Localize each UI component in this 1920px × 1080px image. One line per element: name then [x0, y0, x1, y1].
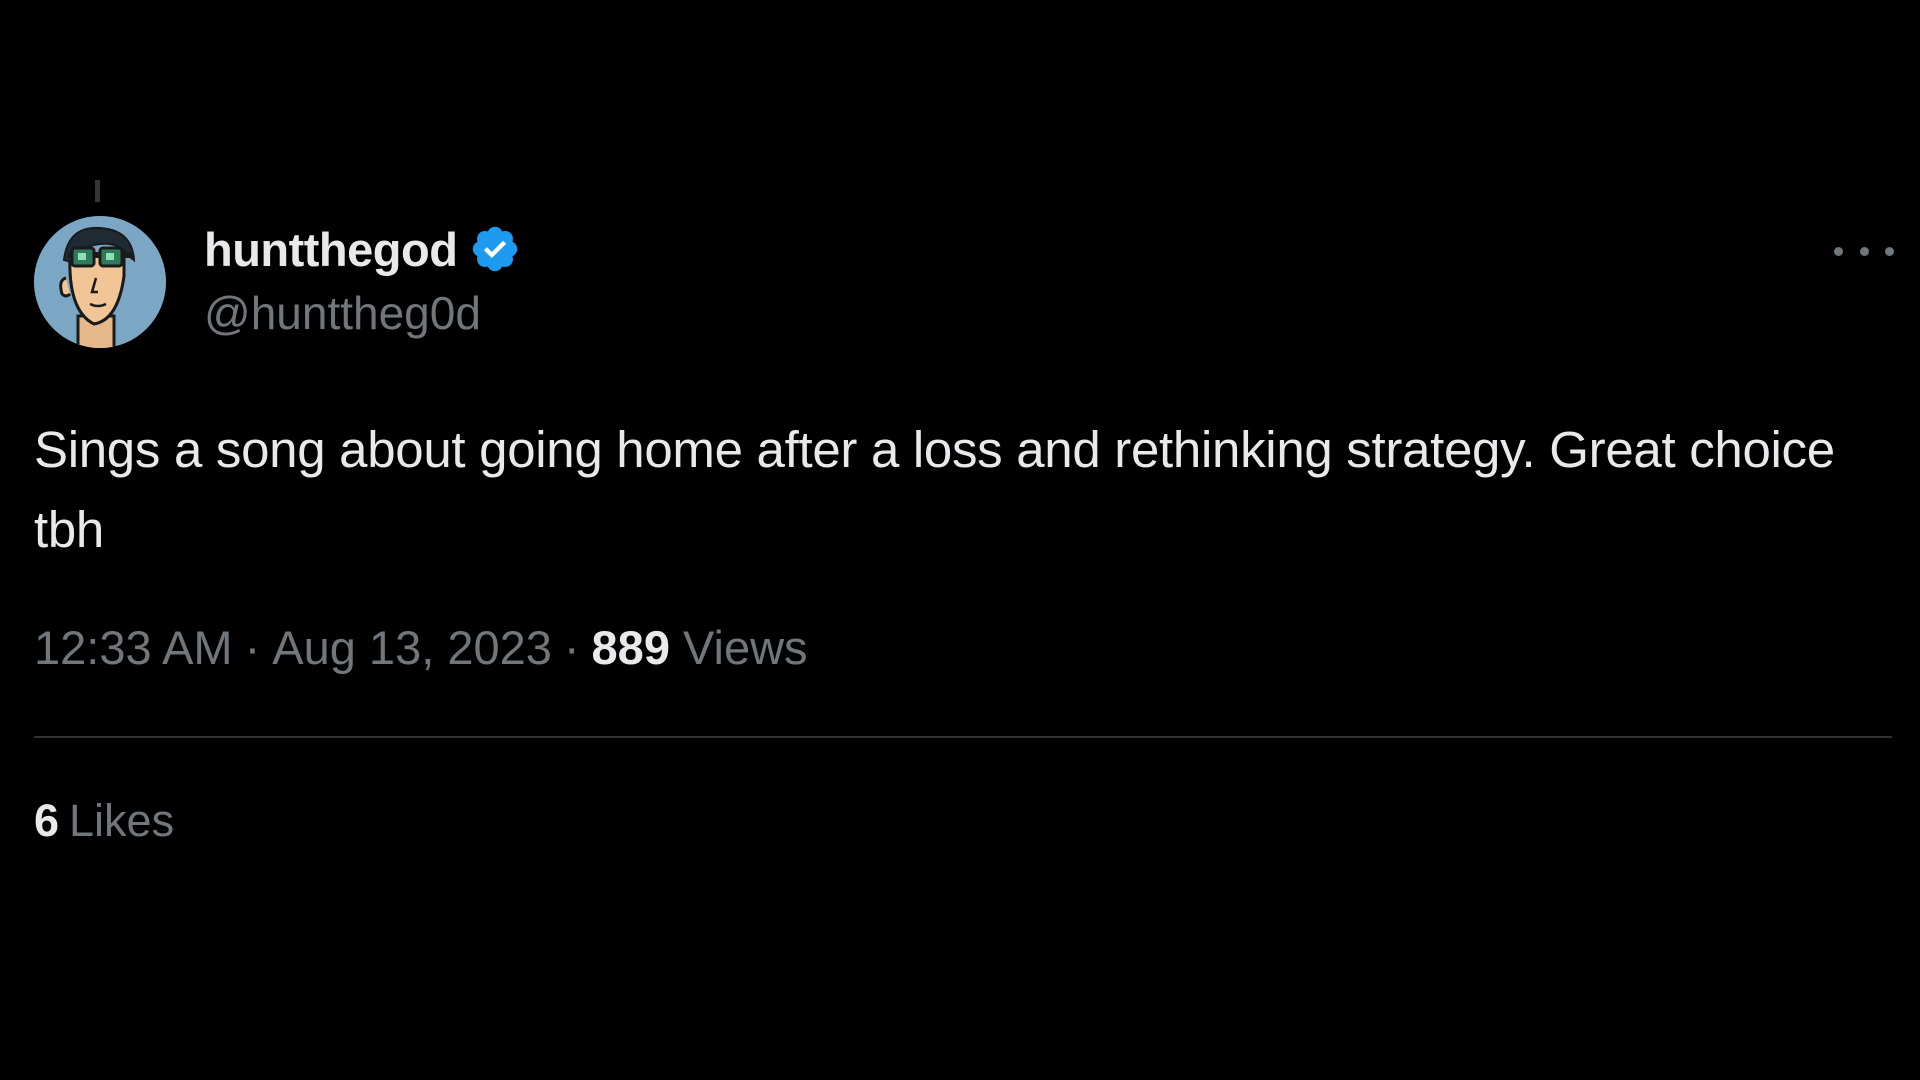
tweet-time[interactable]: 12:33 AM: [34, 621, 233, 674]
meta-separator: ·: [563, 621, 580, 674]
divider: [34, 736, 1892, 738]
likes-link[interactable]: 6 Likes: [34, 795, 174, 847]
more-dot: [1885, 246, 1894, 256]
avatar[interactable]: [34, 216, 166, 348]
views-label: Views: [683, 621, 808, 674]
meta-separator: ·: [244, 621, 261, 674]
author-handle[interactable]: @hunttheg0d: [204, 282, 521, 344]
author-names: huntthegod @hunttheg0d: [204, 216, 521, 344]
likes-label: Likes: [69, 795, 175, 846]
tweet-page: huntthegod @hunttheg0d Sings a song abou…: [0, 0, 1920, 1080]
tweet-header: huntthegod @hunttheg0d: [34, 216, 1894, 348]
display-name-row: huntthegod: [204, 216, 521, 282]
thread-connector-line: [95, 180, 100, 202]
tweet-metadata: 12:33 AM · Aug 13, 2023 · 889 Views: [34, 620, 808, 675]
tweet-date[interactable]: Aug 13, 2023: [272, 621, 552, 674]
more-dot: [1859, 246, 1869, 256]
views-count: 889: [591, 621, 670, 674]
more-dot: [1834, 246, 1843, 256]
avatar-illustration-icon: [34, 216, 166, 348]
more-options-icon[interactable]: [1834, 236, 1894, 266]
verified-badge-icon[interactable]: [469, 223, 521, 275]
likes-count: 6: [34, 795, 60, 846]
author-display-name[interactable]: huntthegod: [204, 222, 458, 277]
tweet-text: Sings a song about going home after a lo…: [34, 421, 1835, 558]
